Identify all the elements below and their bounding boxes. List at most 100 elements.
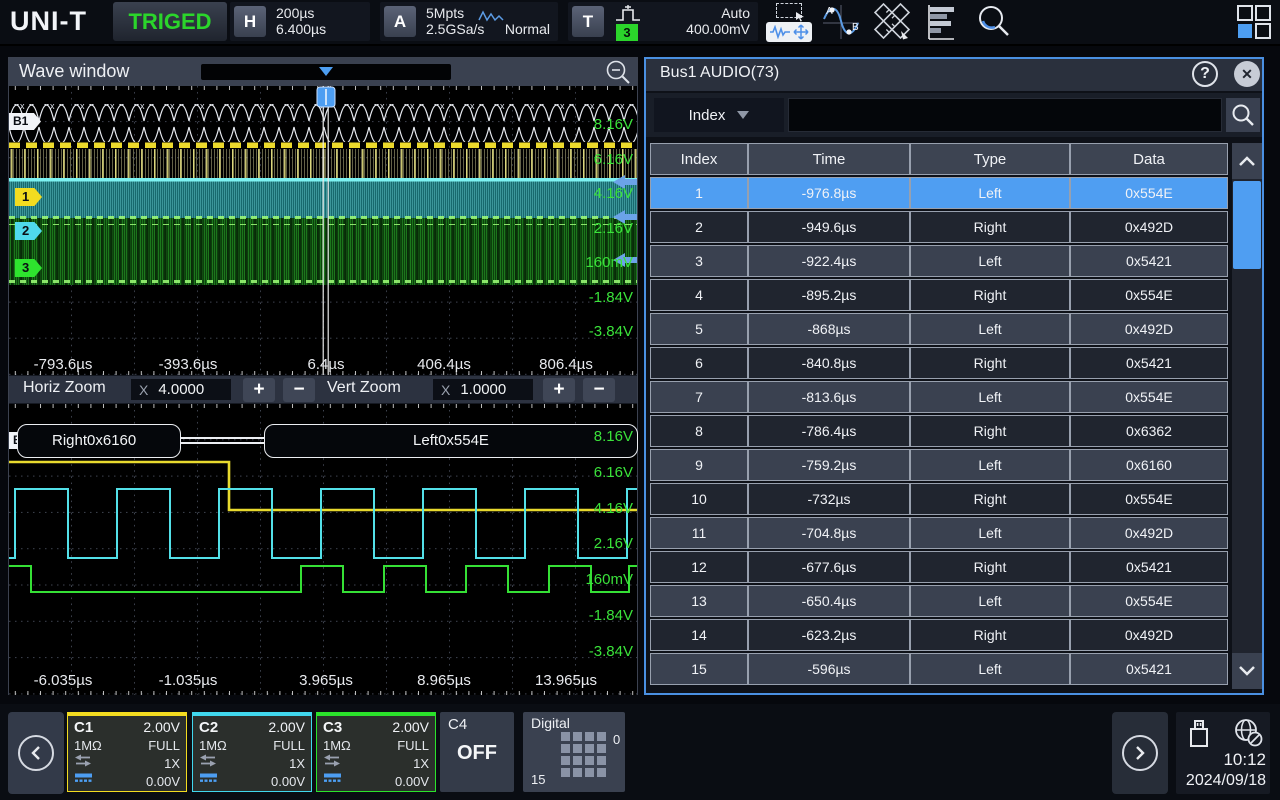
search-field-dropdown[interactable]: Index	[654, 98, 784, 132]
table-scrollbar[interactable]	[1232, 143, 1262, 689]
cell-time[interactable]: -868µs	[748, 313, 910, 345]
channel-2-card[interactable]: C22.00V 1MΩFULL 1X 0.00V	[192, 712, 312, 792]
cell-index[interactable]: 2	[650, 211, 748, 243]
cell-type[interactable]: Left	[910, 177, 1070, 209]
cell-time[interactable]: -623.2µs	[748, 619, 910, 651]
cell-type[interactable]: Left	[910, 585, 1070, 617]
cell-type[interactable]: Right	[910, 211, 1070, 243]
cell-index[interactable]: 1	[650, 177, 748, 209]
cell-data[interactable]: 0x492D	[1070, 517, 1228, 549]
cell-index[interactable]: 5	[650, 313, 748, 345]
search-zoom-button[interactable]	[970, 1, 1018, 43]
cell-type[interactable]: Right	[910, 347, 1070, 379]
cell-data[interactable]: 0x5421	[1070, 653, 1228, 685]
cell-index[interactable]: 10	[650, 483, 748, 515]
table-row[interactable]: 7-813.6µsLeft0x554E	[650, 381, 1228, 413]
cell-time[interactable]: -786.4µs	[748, 415, 910, 447]
channel-4-card[interactable]: C4 OFF	[440, 712, 514, 792]
cell-time[interactable]: -732µs	[748, 483, 910, 515]
cell-index[interactable]: 12	[650, 551, 748, 583]
help-button[interactable]: ?	[1192, 61, 1218, 87]
table-row[interactable]: 14-623.2µsRight0x492D	[650, 619, 1228, 651]
cell-type[interactable]: Left	[910, 517, 1070, 549]
cell-type[interactable]: Left	[910, 653, 1070, 685]
horiz-zoom-input[interactable]: X 4.0000	[131, 379, 231, 400]
cell-index[interactable]: 8	[650, 415, 748, 447]
cell-type[interactable]: Right	[910, 415, 1070, 447]
table-row[interactable]: 2-949.6µsRight0x492D	[650, 211, 1228, 243]
channel-3-card[interactable]: C32.00V 1MΩFULL 1X 0.00V	[316, 712, 436, 792]
measure-button[interactable]	[868, 1, 916, 43]
vert-zoom-increase-button[interactable]: +	[543, 378, 575, 402]
cell-index[interactable]: 4	[650, 279, 748, 311]
cell-index[interactable]: 6	[650, 347, 748, 379]
cell-data[interactable]: 0x554E	[1070, 585, 1228, 617]
table-row[interactable]: 1-976.8µsLeft0x554E	[650, 177, 1228, 209]
system-status-block[interactable]: 10:12 2024/09/18	[1176, 712, 1270, 794]
cell-time[interactable]: -813.6µs	[748, 381, 910, 413]
position-marker-icon[interactable]	[319, 67, 333, 76]
cursor-measure-button[interactable]: AB	[818, 1, 864, 43]
cell-data[interactable]: 0x492D	[1070, 211, 1228, 243]
search-input[interactable]	[788, 98, 1222, 132]
cell-data[interactable]: 0x554E	[1070, 381, 1228, 413]
digital-channels-card[interactable]: Digital 0 15	[523, 712, 625, 792]
table-row[interactable]: 15-596µsLeft0x5421	[650, 653, 1228, 685]
overview-waveform-plot[interactable]: x	[9, 86, 637, 375]
table-row[interactable]: 13-650.4µsLeft0x554E	[650, 585, 1228, 617]
cell-type[interactable]: Left	[910, 449, 1070, 481]
trigger-settings-block[interactable]: T 3 Auto 400.00mV	[568, 2, 758, 41]
table-row[interactable]: 12-677.6µsRight0x5421	[650, 551, 1228, 583]
table-row[interactable]: 6-840.8µsRight0x5421	[650, 347, 1228, 379]
cell-index[interactable]: 15	[650, 653, 748, 685]
cell-index[interactable]: 3	[650, 245, 748, 277]
scroll-channels-right-button[interactable]	[1112, 712, 1168, 794]
cell-time[interactable]: -650.4µs	[748, 585, 910, 617]
cell-time[interactable]: -895.2µs	[748, 279, 910, 311]
cell-index[interactable]: 13	[650, 585, 748, 617]
cell-type[interactable]: Left	[910, 313, 1070, 345]
selection-mode-button[interactable]	[764, 1, 814, 43]
cell-type[interactable]: Left	[910, 381, 1070, 413]
cell-type[interactable]: Right	[910, 619, 1070, 651]
cell-data[interactable]: 0x5421	[1070, 245, 1228, 277]
horizontal-settings-block[interactable]: H 200µs 6.400µs	[230, 2, 370, 41]
scrollbar-thumb[interactable]	[1233, 181, 1261, 269]
horiz-zoom-increase-button[interactable]: +	[243, 378, 275, 402]
scroll-down-button[interactable]	[1232, 653, 1262, 689]
cell-data[interactable]: 0x492D	[1070, 619, 1228, 651]
histogram-button[interactable]	[920, 1, 966, 43]
cell-index[interactable]: 7	[650, 381, 748, 413]
close-button[interactable]: ✕	[1234, 61, 1260, 87]
waveform-position-bar[interactable]	[201, 64, 451, 80]
cell-data[interactable]: 0x554E	[1070, 483, 1228, 515]
cell-data[interactable]: 0x5421	[1070, 551, 1228, 583]
vert-zoom-decrease-button[interactable]: −	[583, 378, 615, 402]
table-row[interactable]: 9-759.2µsLeft0x6160	[650, 449, 1228, 481]
cell-time[interactable]: -677.6µs	[748, 551, 910, 583]
table-row[interactable]: 8-786.4µsRight0x6362	[650, 415, 1228, 447]
cell-time[interactable]: -949.6µs	[748, 211, 910, 243]
zoomed-waveform-plot[interactable]: B1 Right0x6160 Left0x554E 8.16V6.16V4.16…	[9, 404, 637, 695]
table-row[interactable]: 10-732µsRight0x554E	[650, 483, 1228, 515]
window-layout-button[interactable]	[1232, 1, 1276, 43]
cell-time[interactable]: -922.4µs	[748, 245, 910, 277]
cell-index[interactable]: 9	[650, 449, 748, 481]
cell-type[interactable]: Left	[910, 245, 1070, 277]
table-row[interactable]: 5-868µsLeft0x492D	[650, 313, 1228, 345]
cell-data[interactable]: 0x6362	[1070, 415, 1228, 447]
cell-type[interactable]: Right	[910, 279, 1070, 311]
scroll-channels-left-button[interactable]	[8, 712, 64, 794]
scroll-up-button[interactable]	[1232, 143, 1262, 179]
cell-time[interactable]: -704.8µs	[748, 517, 910, 549]
search-button[interactable]	[1226, 98, 1260, 132]
cell-time[interactable]: -840.8µs	[748, 347, 910, 379]
cell-data[interactable]: 0x492D	[1070, 313, 1228, 345]
cell-data[interactable]: 0x6160	[1070, 449, 1228, 481]
acquire-settings-block[interactable]: A 5Mpts 2.5GSa/s Normal	[380, 2, 558, 41]
table-row[interactable]: 11-704.8µsLeft0x492D	[650, 517, 1228, 549]
table-row[interactable]: 3-922.4µsLeft0x5421	[650, 245, 1228, 277]
table-row[interactable]: 4-895.2µsRight0x554E	[650, 279, 1228, 311]
cell-time[interactable]: -976.8µs	[748, 177, 910, 209]
channel-1-card[interactable]: C12.00V 1MΩFULL 1X 0.00V	[67, 712, 187, 792]
